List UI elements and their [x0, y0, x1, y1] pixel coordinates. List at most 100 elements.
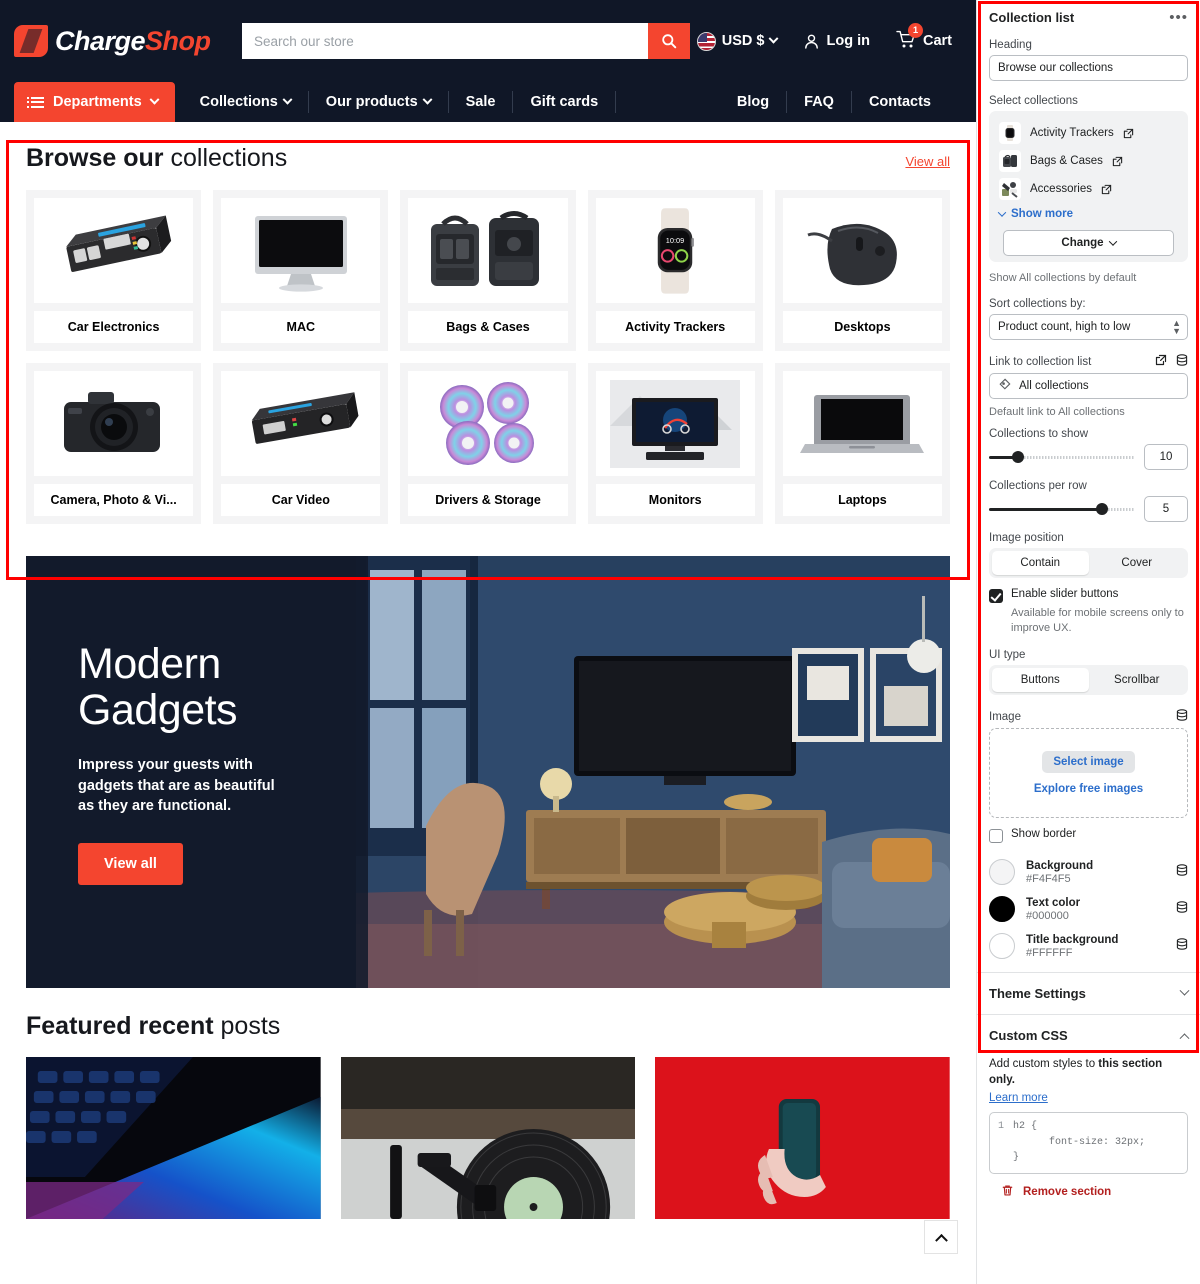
nav-item-gift-cards[interactable]: Gift cards	[513, 91, 617, 113]
hero-view-all-button[interactable]: View all	[78, 842, 183, 885]
collection-card[interactable]: Car Video	[213, 363, 389, 524]
sort-select[interactable]: Product count, high to low	[989, 314, 1188, 340]
collection-card-title: Car Electronics	[34, 311, 194, 343]
checkbox-unchecked-icon[interactable]	[989, 829, 1003, 844]
color-row-text-color[interactable]: Text color #000000	[989, 890, 1188, 927]
change-collections-button[interactable]: Change	[1003, 230, 1174, 256]
collections-to-show-input[interactable]	[1144, 444, 1188, 470]
color-name: Title background	[1026, 934, 1119, 947]
nav-item-faq[interactable]: FAQ	[787, 91, 852, 113]
scroll-to-top-button[interactable]	[924, 1220, 958, 1254]
hero-content: Modern Gadgets Impress your guests with …	[26, 556, 356, 885]
image-position-group: Image position Contain Cover	[989, 532, 1188, 578]
search-input[interactable]	[242, 23, 648, 59]
nav-item-blog[interactable]: Blog	[720, 91, 788, 113]
show-border-row[interactable]: Show border	[989, 828, 1188, 844]
cart-link[interactable]: 1 Cart	[896, 22, 952, 53]
dynamic-source-icon[interactable]	[1176, 354, 1188, 369]
collection-card[interactable]: Bags & Cases	[400, 190, 576, 351]
nav-item-our-products[interactable]: Our products	[309, 91, 449, 113]
learn-more-link[interactable]: Learn more	[989, 1092, 1048, 1104]
show-all-help-text: Show All collections by default	[989, 272, 1137, 284]
external-link-icon[interactable]	[1101, 184, 1112, 195]
external-link-icon[interactable]	[1155, 354, 1167, 369]
color-swatch[interactable]	[989, 895, 1015, 922]
cd-discs-image	[408, 371, 568, 476]
login-link[interactable]: Log in	[803, 33, 870, 50]
nav-item-label: Blog	[736, 94, 770, 110]
dynamic-source-icon[interactable]	[1176, 901, 1188, 916]
collection-card[interactable]: 10:09 Activity Trackers	[587, 190, 763, 351]
collections-per-row-slider[interactable]	[989, 502, 1134, 516]
slider-knob[interactable]	[1012, 451, 1024, 463]
color-row-title-background[interactable]: Title background #FFFFFF	[989, 927, 1188, 964]
dynamic-source-icon[interactable]	[1176, 938, 1188, 953]
chevron-down-icon	[997, 208, 1007, 217]
dynamic-source-icon[interactable]	[1176, 709, 1188, 724]
dynamic-source-icon[interactable]	[1176, 864, 1188, 879]
collection-card[interactable]: MAC	[213, 190, 389, 351]
currency-selector[interactable]: USD $	[696, 31, 779, 51]
overflow-menu-icon[interactable]: •••	[1169, 10, 1188, 25]
collection-card[interactable]: Camera, Photo & Vi...	[26, 363, 202, 524]
enable-slider-buttons-row[interactable]: Enable slider buttons	[989, 588, 1188, 603]
site-logo[interactable]: ChargeShop	[14, 25, 238, 57]
custom-css-code-editor[interactable]: 1 h2 { font-size: 32px; }	[989, 1112, 1188, 1175]
nav-departments-button[interactable]: Departments	[14, 82, 175, 122]
collection-tag-icon	[998, 378, 1011, 394]
collections-per-row-input[interactable]	[1144, 496, 1188, 522]
search-box	[242, 23, 690, 59]
view-all-link[interactable]: View all	[905, 154, 950, 169]
image-label: Image	[989, 710, 1021, 723]
checkbox-checked-icon[interactable]	[989, 589, 1003, 603]
color-swatch[interactable]	[989, 932, 1015, 959]
chevron-down-icon	[282, 94, 293, 105]
nav-item-contacts[interactable]: Contacts	[852, 91, 948, 113]
enable-slider-buttons-label: Enable slider buttons	[1011, 588, 1119, 600]
collection-card[interactable]: Car Electronics	[26, 190, 202, 351]
heading-input[interactable]	[989, 55, 1188, 81]
collection-card[interactable]: Desktops	[774, 190, 950, 351]
hand-holding-phone-red-image	[655, 1057, 950, 1219]
nav-item-sale[interactable]: Sale	[449, 91, 514, 113]
nav-item-collections[interactable]: Collections	[183, 91, 309, 113]
external-link-icon[interactable]	[1112, 156, 1123, 167]
collection-card[interactable]: Monitors	[587, 363, 763, 524]
chevron-down-icon	[149, 94, 160, 105]
collection-card-title: Desktops	[782, 311, 942, 343]
custom-css-accordion[interactable]: Custom CSS	[977, 1015, 1200, 1056]
color-text: Title background #FFFFFF	[1026, 932, 1118, 959]
external-link-icon[interactable]	[1123, 128, 1134, 139]
hero-body-text: Impress your guests with gadgets that ar…	[78, 757, 275, 815]
link-label-icons	[1155, 354, 1188, 369]
image-position-option-contain[interactable]: Contain	[992, 551, 1089, 575]
image-position-option-cover[interactable]: Cover	[1089, 551, 1186, 575]
post-card[interactable]	[340, 1057, 636, 1219]
color-swatch[interactable]	[989, 858, 1015, 885]
show-more-button[interactable]: Show more	[997, 203, 1180, 222]
slider-knob[interactable]	[1096, 503, 1109, 515]
nav-departments-label: Departments	[53, 94, 142, 110]
ui-type-option-buttons[interactable]: Buttons	[992, 668, 1089, 693]
ui-type-option-scrollbar[interactable]: Scrollbar	[1089, 668, 1186, 692]
collection-list-header: Browse our collections View all	[26, 144, 950, 173]
post-card[interactable]	[26, 1057, 321, 1219]
sidebar-content: Collection list ••• Heading Select colle…	[977, 0, 1200, 964]
collection-row[interactable]: Bags & Cases	[997, 147, 1180, 175]
collection-card[interactable]: Drivers & Storage	[400, 363, 576, 524]
collection-row[interactable]: Accessories	[997, 175, 1180, 203]
collection-card[interactable]: Laptops	[774, 363, 950, 524]
select-image-button[interactable]: Select image	[1042, 751, 1135, 774]
search-button[interactable]	[648, 23, 690, 59]
remove-section-button[interactable]: Remove section	[989, 1174, 1188, 1200]
collection-list-title-light: collections	[170, 144, 288, 172]
collection-row[interactable]: Activity Trackers	[997, 119, 1180, 147]
explore-free-images-link[interactable]: Explore free images	[1034, 783, 1143, 795]
color-row-background[interactable]: Background #F4F4F5	[989, 853, 1188, 890]
post-card[interactable]	[655, 1057, 950, 1219]
image-dropzone[interactable]: Select image Explore free images	[989, 728, 1188, 819]
link-picker[interactable]: All collections	[989, 373, 1188, 399]
theme-settings-accordion[interactable]: Theme Settings	[977, 973, 1200, 1014]
collections-to-show-slider[interactable]	[989, 450, 1134, 464]
change-label: Change	[1061, 237, 1104, 249]
